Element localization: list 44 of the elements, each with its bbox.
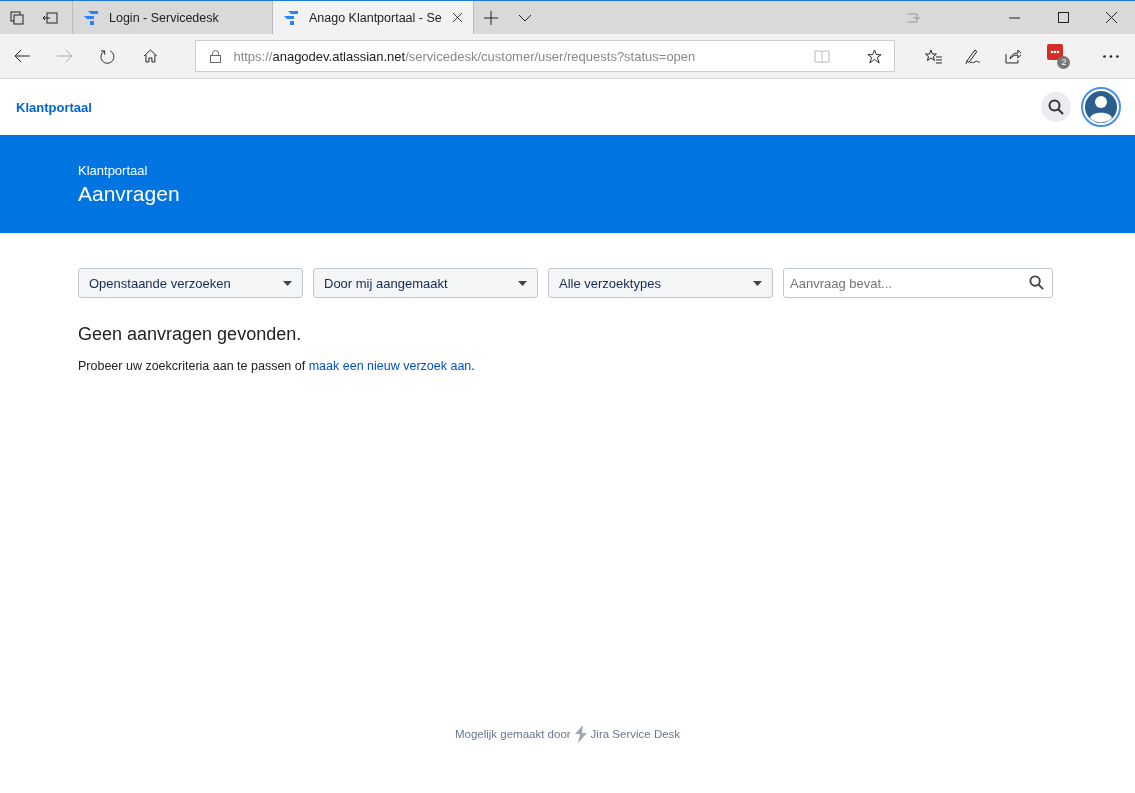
notification-badge: 2 <box>1057 56 1071 69</box>
refresh-icon[interactable] <box>99 48 115 64</box>
set-aside-tabs-icon[interactable] <box>42 11 58 24</box>
extension-button[interactable]: 2 <box>1047 42 1074 70</box>
tabs-icon[interactable] <box>10 10 24 25</box>
search-field[interactable]: Aanvraag bevat... <box>783 268 1053 298</box>
favorites-list-icon[interactable] <box>924 48 942 64</box>
new-tab-icon[interactable] <box>483 10 498 25</box>
filter-dropdown[interactable]: Openstaande verzoeken <box>78 268 303 298</box>
minimize-icon[interactable] <box>1009 16 1020 19</box>
avatar-icon[interactable] <box>1081 87 1121 127</box>
home-icon[interactable] <box>142 49 158 63</box>
empty-heading: Geen aanvragen gevonden. <box>78 324 303 345</box>
arrows-logo-icon <box>283 9 299 26</box>
url-text: https://anagodev.atlassian.net/servicedesk/customer/user/requests?status=open <box>233 48 696 64</box>
more-icon[interactable] <box>1103 54 1119 58</box>
filter-dropdown[interactable]: Door mij aangemaakt <box>313 268 538 298</box>
lock-icon <box>210 49 222 63</box>
password-manager-icon <box>1047 44 1064 60</box>
breadcrumb-link[interactable]: Klantportaal <box>78 163 1057 178</box>
address-bar[interactable]: https://anagodev.atlassian.net/servicedesk/customer/user/requests?status=open <box>195 40 895 72</box>
caret-icon <box>753 280 762 286</box>
share-icon[interactable] <box>1004 48 1022 64</box>
close-icon[interactable] <box>1106 12 1117 23</box>
search-icon <box>1048 99 1064 115</box>
arrows-logo-icon <box>83 9 99 26</box>
chevron-down-icon[interactable] <box>517 13 532 22</box>
footer-text: Mogelijk gemaakt door <box>454 728 571 740</box>
maximize-icon[interactable] <box>1058 12 1069 23</box>
filter-dropdown[interactable]: Alle verzoektypes <box>548 268 773 298</box>
search-button[interactable] <box>1041 92 1071 122</box>
star-icon[interactable] <box>866 48 882 64</box>
browser-tab[interactable]: Anago Klantportaal - Se <box>272 1 474 34</box>
search-icon[interactable] <box>1029 275 1044 290</box>
product-link[interactable]: Jira Service Desk <box>590 728 681 740</box>
caret-icon <box>283 280 292 286</box>
close-tab-icon[interactable] <box>451 12 463 23</box>
empty-message: Probeer uw zoekcriteria aan te passen of maak een nieuw verzoek aan. <box>78 359 476 373</box>
back-arrow-icon[interactable] <box>14 49 30 63</box>
portal-link[interactable]: Klantportaal <box>16 99 92 115</box>
pen-icon[interactable] <box>963 47 981 65</box>
caret-icon <box>518 280 527 286</box>
lightning-logo-icon <box>573 725 588 743</box>
page-title: Aanvragen <box>78 182 181 206</box>
